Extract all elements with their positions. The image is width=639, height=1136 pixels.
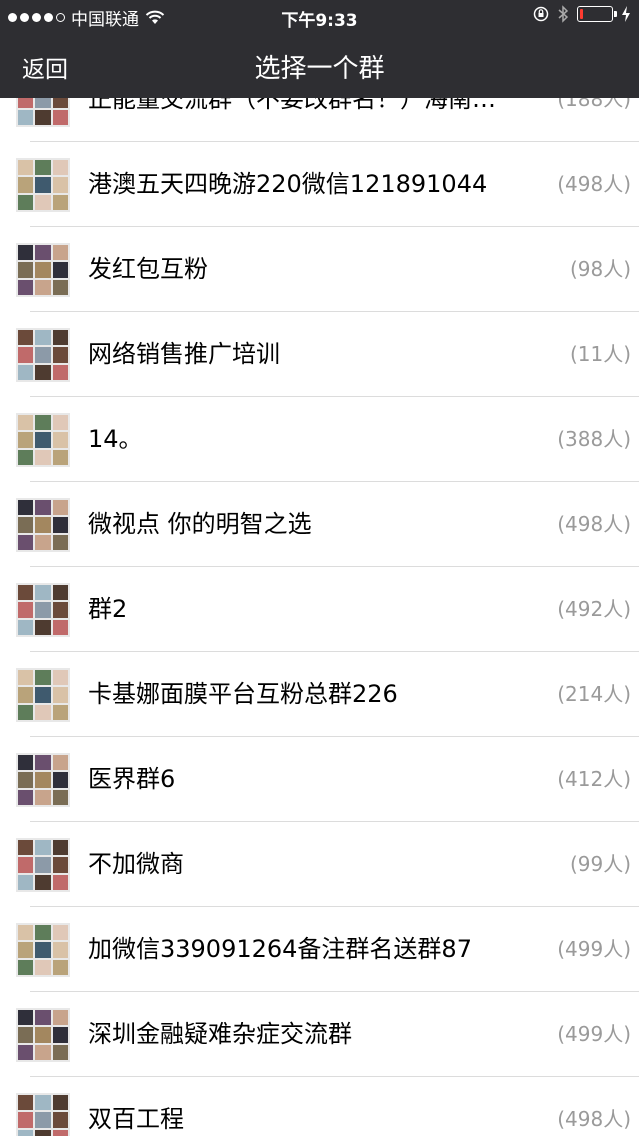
group-row[interactable]: 微视点 你的明智之选 (498人): [0, 482, 639, 567]
battery-level: [580, 9, 583, 19]
group-row[interactable]: 发红包互粉 (98人): [0, 227, 639, 312]
group-name: 深圳金融疑难杂症交流群: [88, 1020, 352, 1048]
group-row[interactable]: 医界群6 (412人): [0, 737, 639, 822]
group-avatar: [16, 923, 70, 977]
group-member-count: (499人): [557, 937, 631, 961]
group-avatar: [16, 243, 70, 297]
group-member-count: (412人): [557, 767, 631, 791]
group-name: 医界群6: [88, 765, 176, 793]
group-row[interactable]: 不加微商 (99人): [0, 822, 639, 907]
group-member-count: (99人): [569, 852, 631, 876]
group-row[interactable]: 港澳五天四晚游220微信121891044 (498人): [0, 142, 639, 227]
group-name: 不加微商: [88, 850, 184, 878]
group-avatar: [16, 838, 70, 892]
group-member-count: (492人): [557, 597, 631, 621]
group-member-count: (498人): [557, 172, 631, 196]
group-name: 双百工程: [88, 1105, 184, 1133]
group-name: 网络销售推广培训: [88, 340, 280, 368]
group-name: 发红包互粉: [88, 255, 208, 283]
group-member-count: (98人): [569, 257, 631, 281]
status-bar: 中国联通 下午9:33: [0, 0, 639, 32]
group-avatar: [16, 668, 70, 722]
page-title: 选择一个群: [254, 54, 385, 84]
group-member-count: (498人): [557, 512, 631, 536]
group-row[interactable]: 正能量交流群（不要改群名！）海南… (188人): [0, 98, 639, 142]
group-name: 微视点 你的明智之选: [88, 510, 312, 538]
group-name: 卡基娜面膜平台互粉总群226: [88, 680, 398, 708]
group-member-count: (188人): [557, 98, 631, 111]
group-row[interactable]: 深圳金融疑难杂症交流群 (499人): [0, 992, 639, 1077]
group-avatar: [16, 498, 70, 552]
group-row[interactable]: 群2 (492人): [0, 567, 639, 652]
group-row[interactable]: 加微信339091264备注群名送群87 (499人): [0, 907, 639, 992]
status-right: [533, 5, 631, 23]
group-member-count: (499人): [557, 1022, 631, 1046]
group-name: 加微信339091264备注群名送群87: [88, 935, 472, 963]
group-avatar: [16, 1093, 70, 1136]
group-avatar: [16, 98, 70, 127]
group-name: 港澳五天四晚游220微信121891044: [88, 170, 488, 198]
group-list[interactable]: 正能量交流群（不要改群名！）海南… (188人) 港澳五天四晚游220微信12189…: [0, 98, 639, 1136]
group-row[interactable]: 双百工程 (498人): [0, 1077, 639, 1136]
group-name: 正能量交流群（不要改群名！）海南…: [88, 98, 496, 113]
group-row[interactable]: 卡基娜面膜平台互粉总群226 (214人): [0, 652, 639, 737]
rotation-lock-icon: [533, 6, 549, 22]
bluetooth-icon: [558, 5, 569, 23]
group-avatar: [16, 1008, 70, 1062]
group-avatar: [16, 328, 70, 382]
group-avatar: [16, 753, 70, 807]
group-row[interactable]: 14。 (388人): [0, 397, 639, 482]
group-avatar: [16, 158, 70, 212]
group-avatar: [16, 583, 70, 637]
group-member-count: (11人): [569, 342, 631, 366]
group-name: 群2: [88, 595, 128, 623]
navigation-bar: 返回 选择一个群: [0, 32, 639, 98]
group-row[interactable]: 网络销售推广培训 (11人): [0, 312, 639, 397]
group-name: 14。: [88, 425, 143, 453]
group-member-count: (388人): [557, 427, 631, 451]
battery-icon: [577, 6, 617, 22]
group-member-count: (498人): [557, 1107, 631, 1131]
charging-bolt-icon: [622, 6, 630, 22]
group-member-count: (214人): [557, 682, 631, 706]
group-avatar: [16, 413, 70, 467]
